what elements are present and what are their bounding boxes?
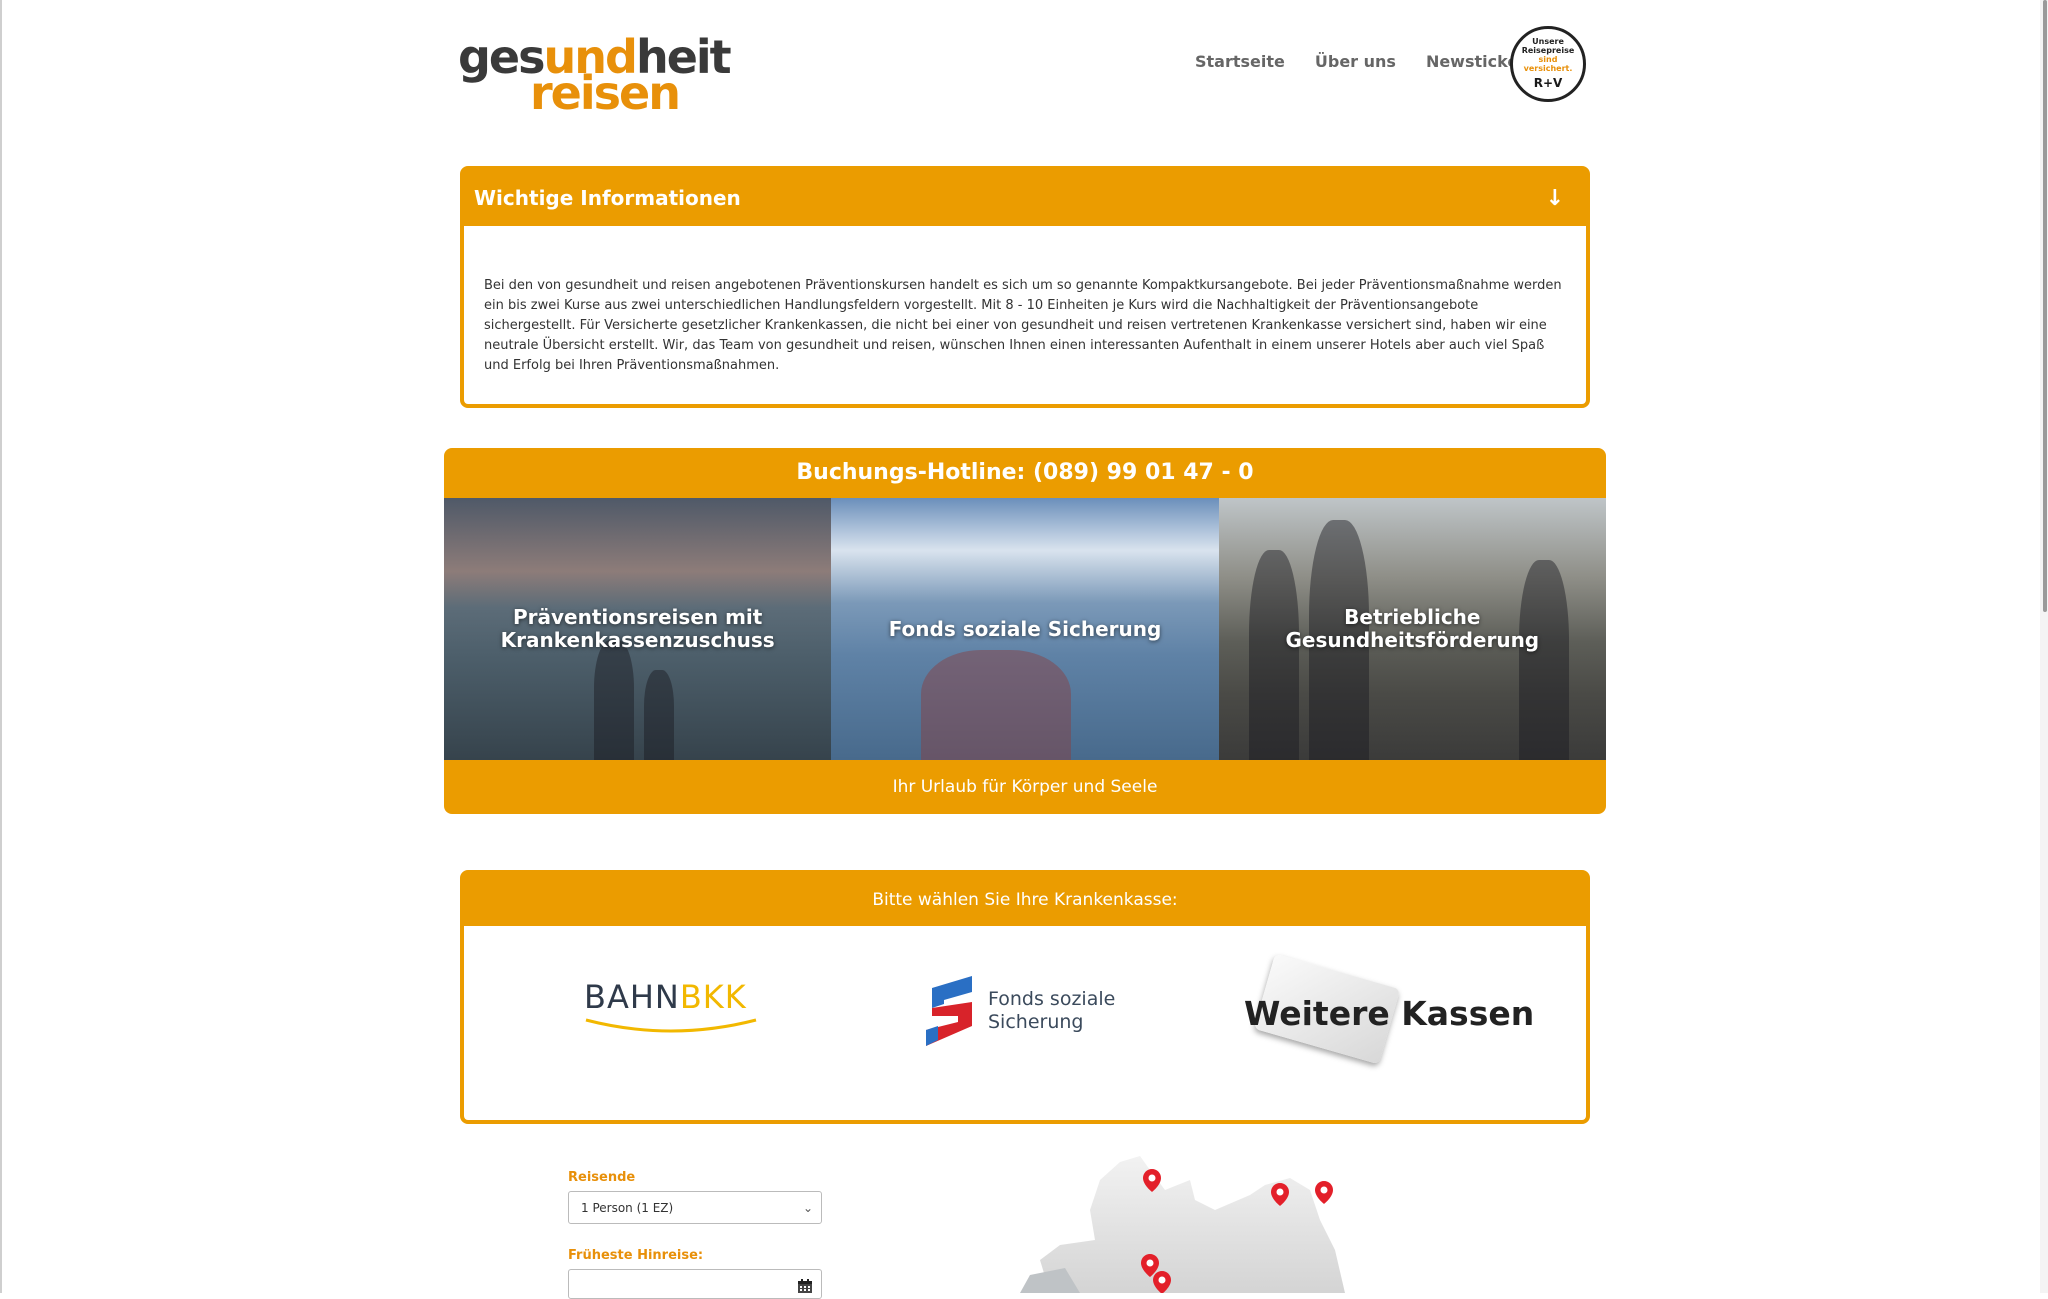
hinreise-date-input[interactable] [568,1269,822,1299]
tile-betriebliche-gesundheitsfoerderung[interactable]: Betriebliche Gesundheitsförderung [1218,498,1606,760]
fonds-s-icon [926,976,972,1046]
bkk-text: BKK [679,978,747,1016]
krankenkasse-panel: Bitte wählen Sie Ihre Krankenkasse: BAHN… [460,870,1590,1124]
krankenkasse-logos: BAHNBKK Fonds soziale Sicherung Weitere … [464,926,1586,1120]
seal-line2: Reisepreise [1521,46,1575,55]
reisende-select-value: 1 Person (1 EZ) [581,1200,674,1215]
arrow-down-icon[interactable]: ↓ [1546,186,1564,211]
info-panel-title: Wichtige Informationen [474,186,741,210]
nav-startseite[interactable]: Startseite [1195,52,1285,71]
tile-betriebliche-label: Betriebliche Gesundheitsförderung [1285,605,1540,652]
map-pin-icon[interactable] [1315,1181,1333,1204]
germany-map[interactable] [990,1150,1430,1293]
couple-silhouette [921,650,1072,760]
seal-brand: R+V [1533,76,1563,90]
rv-insurance-seal[interactable]: Unsere Reisepreise sind versichert. R+V [1510,26,1586,102]
tile-praeventionsreisen[interactable]: Präventionsreisen mit Krankenkassenzusch… [444,498,832,760]
booking-hotline: Buchungs-Hotline: (089) 99 01 47 - 0 [796,460,1254,485]
hinreise-label: Früheste Hinreise: [568,1248,704,1263]
scrollbar[interactable] [2040,0,2048,1293]
runner-silhouette [1248,550,1299,760]
bahn-bkk-logo[interactable]: BAHNBKK [584,978,758,1038]
reisende-label: Reisende [568,1170,636,1185]
tile-praeventionsreisen-label: Präventionsreisen mit Krankenkassenzusch… [500,605,775,652]
bahn-bkk-swoosh-icon [585,1018,757,1033]
seal-line1: Unsere [1532,37,1564,46]
main-nav: Startseite Über uns Newsticker [1195,52,1526,71]
bahn-text: BAHN [584,978,680,1016]
fonds-text-line2: Sicherung [988,1011,1084,1033]
seal-line3: sind versichert. [1523,55,1573,73]
tagline: Ihr Urlaub für Körper und Seele [892,777,1158,797]
family-silhouette [594,640,634,760]
info-panel-text: Bei den von gesundheit und reisen angebo… [484,278,1562,373]
fonds-text-line1: Fonds soziale [988,988,1116,1010]
krankenkasse-panel-title: Bitte wählen Sie Ihre Krankenkasse: [464,874,1586,926]
calendar-icon[interactable] [797,1278,813,1294]
page-left-border [0,0,2,1293]
tile-fonds-soziale-sicherung[interactable]: Fonds soziale Sicherung [831,498,1219,760]
weitere-kassen-text: Weitere Kassen [1244,994,1535,1033]
tile-fonds-label: Fonds soziale Sicherung [888,616,1162,641]
site-logo[interactable]: gesundheit reisen [458,34,732,116]
map-land-shape [1040,1156,1345,1293]
important-info-panel: Wichtige Informationen ↓ Bei den von ges… [460,166,1590,408]
nav-ueber-uns[interactable]: Über uns [1315,52,1396,71]
info-panel-header[interactable]: Wichtige Informationen ↓ [464,170,1586,226]
fonds-soziale-sicherung-logo[interactable]: Fonds soziale Sicherung [924,974,1115,1048]
search-form: Reisende 1 Person (1 EZ) ⌄ Früheste Hinr… [568,1170,824,1299]
chevron-down-icon: ⌄ [802,1200,813,1215]
hotline-section: Buchungs-Hotline: (089) 99 01 47 - 0 Prä… [444,448,1606,814]
runner-silhouette [1518,560,1569,760]
child-silhouette [644,670,674,760]
weitere-kassen-logo[interactable]: Weitere Kassen [1244,953,1534,1065]
category-tiles: Präventionsreisen mit Krankenkassenzusch… [444,498,1606,760]
scrollbar-thumb[interactable] [2043,0,2047,612]
reisende-select[interactable]: 1 Person (1 EZ) ⌄ [568,1191,822,1224]
